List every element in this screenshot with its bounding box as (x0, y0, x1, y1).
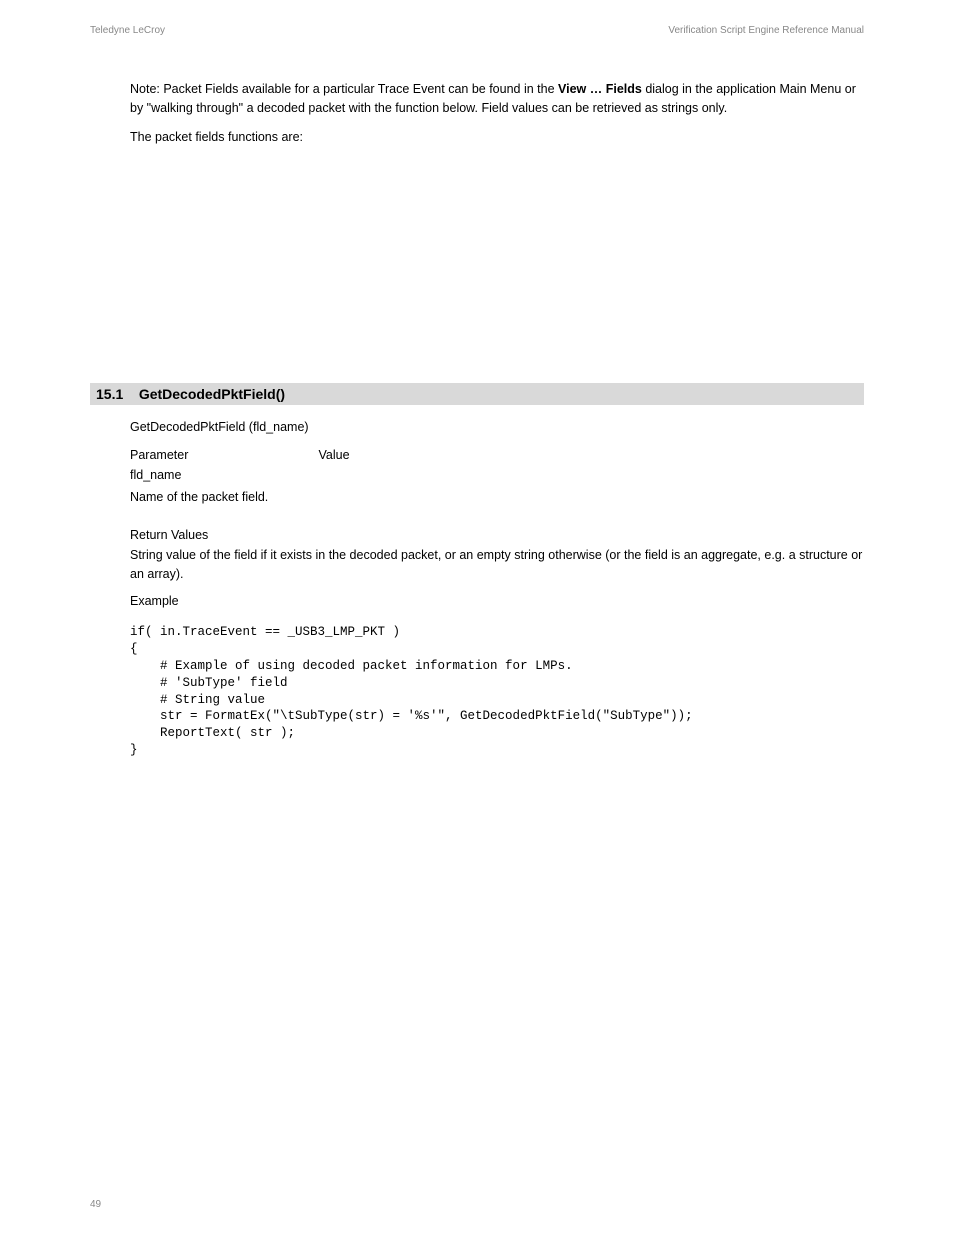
parameter-desc: Name of the packet field. (130, 488, 350, 507)
page-footer: 49 (90, 1199, 864, 1210)
parameter-label: Parameter (130, 448, 315, 462)
header-left: Teledyne LeCroy (90, 25, 165, 36)
parameter-name: fld_name (130, 468, 350, 482)
parameter-header: Parameter Value (130, 448, 350, 462)
header-right: Verification Script Engine Reference Man… (668, 25, 864, 36)
page-header: Teledyne LeCroy Verification Script Engi… (90, 25, 864, 36)
parameter-block: Parameter Value fld_name Name of the pac… (130, 448, 350, 507)
return-label: Return Values (130, 528, 870, 542)
return-block: Return Values String value of the field … (130, 528, 870, 584)
intro-p1-bold: View … Fields (558, 82, 642, 96)
intro-p1: Note: Packet Fields available for a part… (130, 80, 864, 118)
intro-p2: The packet fields functions are: (130, 128, 864, 147)
function-signature: GetDecodedPktField (fld_name) (130, 420, 309, 434)
example-label: Example (130, 594, 179, 608)
return-desc: String value of the field if it exists i… (130, 546, 870, 584)
intro-p1a: Note: Packet Fields available for a part… (130, 82, 558, 96)
example-code: if( in.TraceEvent == _USB3_LMP_PKT ) { #… (130, 624, 864, 759)
footer-left: 49 (90, 1199, 101, 1210)
section-intro: Note: Packet Fields available for a part… (130, 80, 864, 156)
section-number: 15.1 (96, 386, 123, 402)
section-title: GetDecodedPktField() (139, 386, 285, 402)
parameter-value-header: Value (318, 448, 349, 462)
section-heading: 15.1 GetDecodedPktField() (90, 383, 864, 405)
